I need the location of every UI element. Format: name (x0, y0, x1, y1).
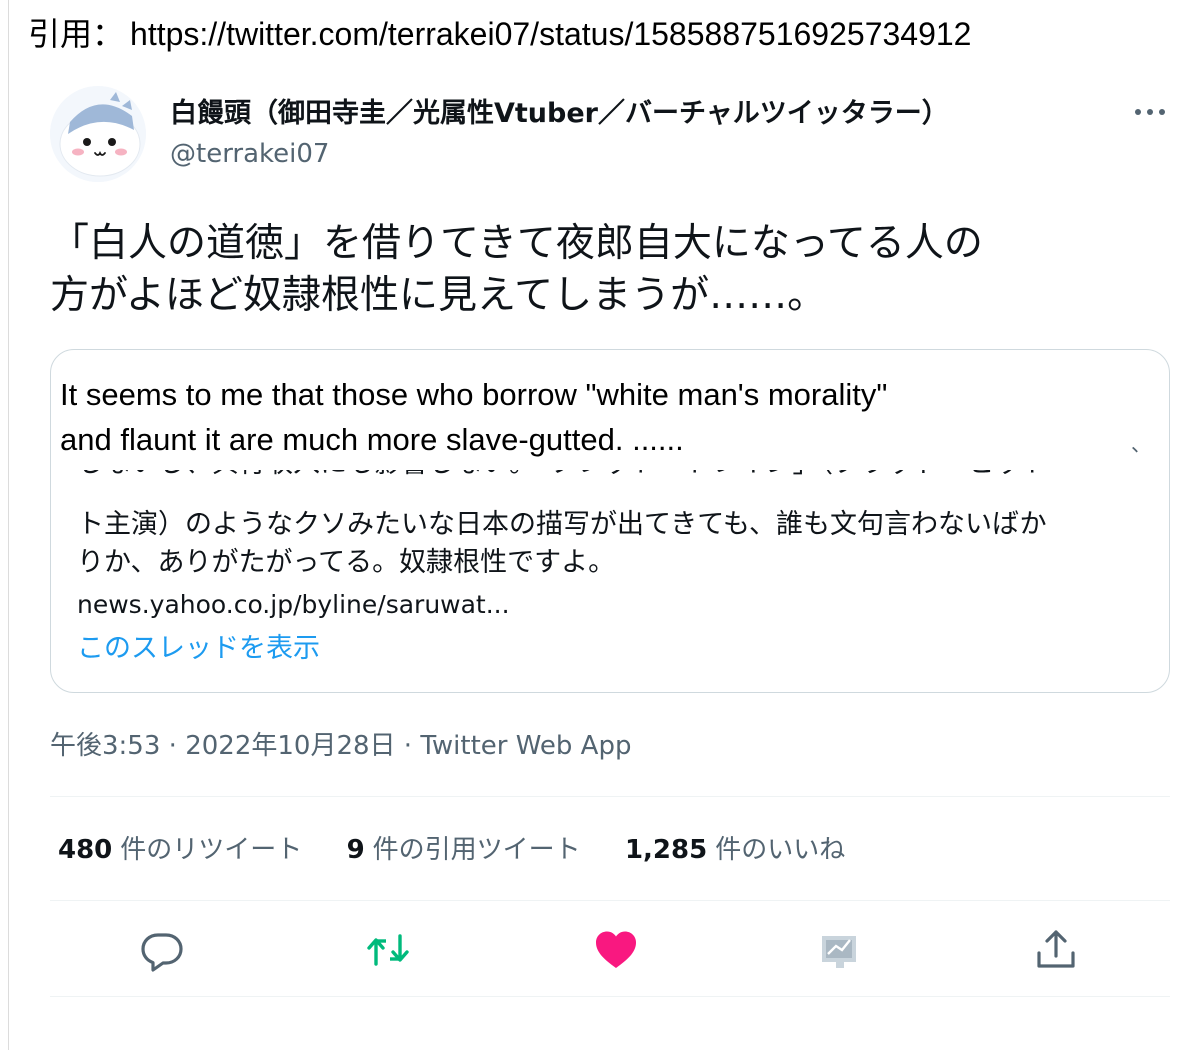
translation-overlay: It seems to me that those who borrow "wh… (57, 360, 1161, 470)
avatar-image (50, 86, 146, 182)
quote-tweets-count: 9 (346, 835, 365, 865)
tweet-time[interactable]: 午後3:53 (50, 731, 160, 761)
tweet-date[interactable]: 2022年10月28日 (185, 731, 395, 761)
quoted-text-line: りか、ありがたがってる。奴隷根性ですよ。 (77, 547, 616, 578)
quoted-text-partial: しないし、興行収入にも影響しない。「ブレット・トレイン」（ブラッド・ピット (77, 468, 1157, 482)
tweet-text-line: 「白人の道徳」を借りてきて夜郎自大になってる人の (50, 221, 983, 266)
quote-tweets-label: 件の引用ツイート (372, 835, 581, 865)
page: 引用： https://twitter.com/terrakei07/status… (0, 0, 1200, 1050)
meta-separator: · (160, 731, 186, 761)
quoted-link[interactable]: news.yahoo.co.jp/byline/saruwat... (77, 587, 510, 623)
likes-count: 1,285 (624, 835, 708, 865)
more-horizontal-icon[interactable] (1128, 96, 1172, 128)
translation-stray-mark: 、 (1131, 432, 1151, 456)
retweets-count: 480 (58, 835, 113, 865)
divider (50, 796, 1170, 797)
quoted-text-line: ト主演）のようなクソみたいな日本の描写が出てきても、誰も文句言わないばか (77, 509, 1047, 540)
quoted-text: ト主演）のようなクソみたいな日本の描写が出てきても、誰も文句言わないばか りか、… (77, 506, 1157, 582)
author-name[interactable]: 白饅頭（御田寺圭／光属性Vtuber／バーチャルツイッタラー） (170, 96, 949, 132)
quote-header: 引用： https://twitter.com/terrakei07/status… (28, 12, 971, 56)
likes-stat[interactable]: 1,285 件のいいね (625, 830, 845, 870)
retweet-icon[interactable] (364, 926, 412, 974)
retweets-label: 件のリツイート (120, 835, 303, 865)
retweets-stat[interactable]: 480 件のリツイート (58, 830, 302, 870)
author-handle[interactable]: @terrakei07 (170, 136, 329, 172)
left-border (8, 0, 9, 1050)
divider (50, 900, 1170, 901)
show-thread-link[interactable]: このスレッドを表示 (77, 631, 320, 667)
translation-line: and flaunt it are much more slave-gutted… (60, 422, 684, 457)
likes-label: 件のいいね (715, 835, 846, 865)
translation-line: It seems to me that those who borrow "wh… (60, 377, 888, 412)
quoted-text-cut-line: しないし、興行収入にも影響しない。「ブレット・トレイン」（ブラッド・ピット (77, 468, 1157, 484)
analytics-icon[interactable] (816, 926, 864, 974)
avatar[interactable] (50, 86, 146, 182)
share-icon[interactable] (1032, 926, 1080, 974)
quote-url: https://twitter.com/terrakei07/status/15… (130, 16, 972, 52)
heart-icon[interactable] (592, 926, 640, 974)
translation-text: It seems to me that those who borrow "wh… (60, 372, 887, 462)
reply-icon[interactable] (138, 926, 186, 974)
quote-label: 引用： (28, 16, 125, 52)
tweet-source-app[interactable]: Twitter Web App (420, 731, 631, 761)
quote-tweets-stat[interactable]: 9 件の引用ツイート (347, 830, 581, 870)
tweet-text: 「白人の道徳」を借りてきて夜郎自大になってる人の 方がよほど奴隷根性に見えてしま… (50, 218, 1170, 322)
tweet-stats: 480 件のリツイート 9 件の引用ツイート 1,285 件のいいね (58, 830, 881, 870)
meta-separator: · (395, 731, 421, 761)
divider (50, 996, 1170, 997)
tweet-meta: 午後3:53 · 2022年10月28日 · Twitter Web App (50, 726, 631, 766)
tweet-text-line: 方がよほど奴隷根性に見えてしまうが……。 (50, 273, 827, 318)
